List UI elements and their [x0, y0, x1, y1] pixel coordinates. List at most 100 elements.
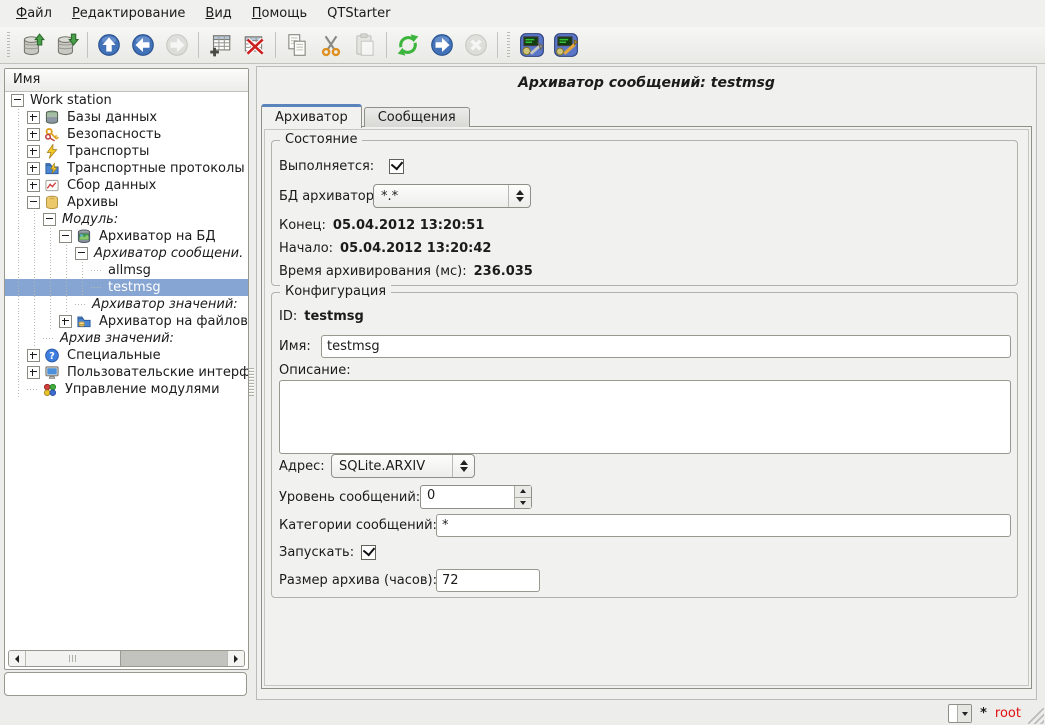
expand-icon[interactable] [27, 145, 40, 158]
transports-icon [44, 144, 61, 159]
refresh-button[interactable] [391, 30, 425, 60]
tree-item-label: Модуль: [60, 212, 120, 227]
tree-guide-line [11, 279, 27, 296]
scroll-right-button[interactable] [227, 651, 244, 666]
tree-item-label: Архиватор сообщени. [92, 246, 245, 261]
tree-item-allmsg[interactable]: allmsg [5, 262, 248, 279]
tab-archiver[interactable]: Архиватор [261, 104, 362, 128]
archives-icon [44, 195, 61, 210]
up-button[interactable] [92, 30, 126, 60]
tab-messages[interactable]: Сообщения [364, 107, 470, 127]
load-button[interactable] [15, 30, 49, 60]
tree-search-input[interactable] [4, 672, 247, 696]
expand-icon[interactable] [27, 179, 40, 192]
address-value: SQLite.ARXIV [332, 459, 452, 474]
status-combo[interactable] [948, 704, 972, 723]
back-button[interactable] [126, 30, 160, 60]
tree-item-value-archive[interactable]: Архив значений: [5, 330, 248, 347]
cut-button[interactable] [314, 30, 348, 60]
tree-item-label: Work station [28, 93, 114, 108]
data-acquisition-icon [44, 178, 61, 193]
archiver-db-value: *.* [374, 189, 508, 204]
collapse-icon[interactable] [59, 230, 72, 243]
add-item-button[interactable] [203, 30, 237, 60]
tree-item-db-archiver[interactable]: Архиватор на БД [5, 228, 248, 245]
tree-item-databases[interactable]: Базы данных [5, 109, 248, 126]
splitter-handle[interactable] [248, 68, 255, 696]
combo-arrows-icon [452, 455, 474, 477]
menu-edit[interactable]: Редактирование [62, 3, 195, 24]
tree-item-user-interfaces[interactable]: Пользовательские интерфей [5, 364, 248, 381]
tree-item-testmsg[interactable]: testmsg [5, 279, 248, 296]
expand-icon[interactable] [27, 366, 40, 379]
running-checkbox[interactable] [389, 159, 404, 174]
toolbar-handle[interactable] [504, 32, 513, 58]
to-start-checkbox[interactable] [361, 545, 376, 560]
tree-guide-line [11, 228, 27, 245]
archiver-db-combo[interactable]: *.* [373, 184, 531, 208]
tree-item-data-acquisition[interactable]: Сбор данных [5, 177, 248, 194]
tree-item-archives[interactable]: Архивы [5, 194, 248, 211]
menu-view[interactable]: Вид [195, 3, 241, 24]
menu-qtstarter[interactable]: QTStarter [317, 3, 400, 24]
save-button[interactable] [49, 30, 83, 60]
expand-icon[interactable] [27, 128, 40, 141]
tree-horizontal-scrollbar[interactable] [8, 650, 245, 667]
qtcfg-button[interactable] [515, 30, 549, 60]
tree-item-workstation[interactable]: Work station [5, 92, 248, 109]
expand-icon[interactable] [27, 111, 40, 124]
tree-item-transports[interactable]: Транспорты [5, 143, 248, 160]
begin-value: 05.04.2012 13:20:42 [340, 241, 491, 256]
collapse-icon[interactable] [43, 213, 56, 226]
page-title: Архиватор сообщений: testmsg [257, 75, 1036, 91]
message-level-spinbox[interactable]: 0 [420, 485, 532, 509]
resize-grip[interactable] [1028, 708, 1044, 724]
toolbar-separator [87, 32, 88, 58]
spin-buttons[interactable] [514, 486, 531, 508]
copy-button[interactable] [280, 30, 314, 60]
tab-bar: АрхиваторСообщения [261, 104, 472, 127]
menu-help[interactable]: Помощь [242, 3, 317, 24]
load-icon [19, 32, 45, 58]
expand-icon[interactable] [59, 315, 72, 328]
address-combo[interactable]: SQLite.ARXIV [331, 454, 475, 478]
vision-button[interactable] [549, 30, 583, 60]
toolbar [0, 27, 1045, 64]
collapse-icon[interactable] [27, 196, 40, 209]
tree-branch-line [91, 262, 106, 279]
forward-icon [164, 32, 190, 58]
collapse-icon[interactable] [11, 94, 24, 107]
menu-file[interactable]: Файл [6, 3, 62, 24]
collapse-icon[interactable] [75, 247, 88, 260]
spin-up-icon[interactable] [515, 486, 531, 498]
description-textarea[interactable] [279, 380, 1011, 454]
tree-item-label: Сбор данных [65, 178, 158, 193]
tree-item-transport-protocols[interactable]: Транспортные протоколы [5, 160, 248, 177]
scrollbar-thumb[interactable] [26, 651, 121, 666]
tree-item-specials[interactable]: ?Специальные [5, 347, 248, 364]
remove-item-button[interactable] [237, 30, 271, 60]
tree-item-label: Архивы [65, 195, 120, 210]
combo-dropdown-icon[interactable] [957, 705, 971, 722]
name-input[interactable] [321, 335, 1011, 358]
scroll-left-button[interactable] [9, 651, 26, 666]
start-button[interactable] [425, 30, 459, 60]
tree-item-value-archiver[interactable]: Архиватор значений: [5, 296, 248, 313]
tree-item-module-management[interactable]: Управление модулями [5, 381, 248, 398]
tree-item-security[interactable]: Безопасность [5, 126, 248, 143]
toolbar-handle[interactable] [4, 32, 13, 58]
tree-item-fs-archiver[interactable]: Архиватор на файлов [5, 313, 248, 330]
tree-item-module[interactable]: Модуль: [5, 211, 248, 228]
content-area: Имя Work stationБазы данныхБезопасностьТ… [0, 63, 1045, 702]
tree-item-message-archiver[interactable]: Архиватор сообщени. [5, 245, 248, 262]
tree-branch-line [91, 279, 106, 296]
status-user[interactable]: root [995, 706, 1021, 721]
message-categories-input[interactable] [436, 514, 1011, 537]
status-modified-indicator: * [980, 706, 987, 721]
expand-icon[interactable] [27, 162, 40, 175]
scrollbar-track[interactable] [26, 651, 227, 666]
spin-down-icon[interactable] [515, 498, 531, 509]
expand-icon[interactable] [27, 349, 40, 362]
toolbar-separator [497, 32, 498, 58]
archive-size-input[interactable] [436, 569, 540, 592]
